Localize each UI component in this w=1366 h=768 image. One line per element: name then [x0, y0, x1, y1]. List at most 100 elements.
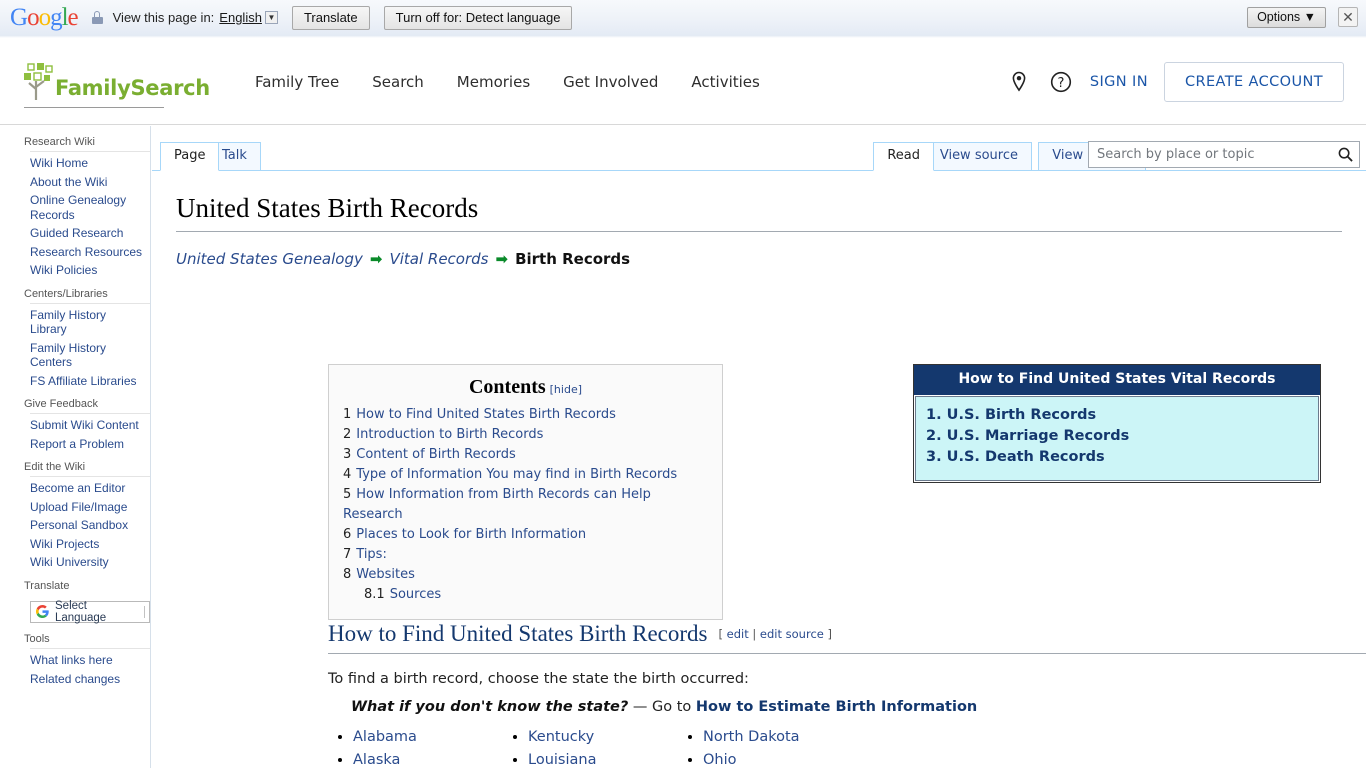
sidebar-item-online-genealogy-records[interactable]: Online Genealogy Records [30, 193, 150, 222]
vital-records-infobox: How to Find United States Vital Records … [913, 364, 1321, 483]
sidebar: Research Wiki Wiki Home About the Wiki O… [0, 126, 151, 768]
sidebar-item-submit-wiki-content[interactable]: Submit Wiki Content [30, 418, 150, 433]
list-item[interactable]: Ohio [703, 749, 853, 768]
toc-item[interactable]: 6 Places to Look for Birth Information [343, 525, 708, 545]
edit-source-link[interactable]: edit source [760, 627, 824, 641]
state-link-louisiana[interactable]: Louisiana [528, 752, 596, 768]
breadcrumb-united-states-genealogy[interactable]: United States Genealogy [176, 250, 363, 268]
sidebar-item-wiki-policies[interactable]: Wiki Policies [30, 263, 150, 278]
toc-link[interactable]: Sources [390, 587, 441, 602]
list-item[interactable]: Kentucky [528, 726, 678, 749]
toc-item[interactable]: 8.1 Sources [343, 585, 708, 605]
translate-button[interactable]: Translate [291, 5, 370, 30]
sign-in-link[interactable]: SIGN IN [1090, 74, 1148, 90]
list-item[interactable]: Alabama [353, 726, 503, 749]
view-page-in-label: View this page in: [112, 10, 215, 25]
sidebar-item-family-history-centers[interactable]: Family History Centers [30, 341, 150, 370]
translate-options-button[interactable]: Options ▼ [1247, 7, 1326, 28]
breadcrumb-current: Birth Records [515, 250, 631, 268]
sidebar-item-related-changes[interactable]: Related changes [30, 672, 150, 687]
edit-link[interactable]: edit [727, 627, 749, 641]
sidebar-item-wiki-university[interactable]: Wiki University [30, 555, 150, 570]
sidebar-item-upload-file-image[interactable]: Upload File/Image [30, 500, 150, 515]
tab-read[interactable]: Read [873, 142, 934, 171]
infobox-item[interactable]: 2. U.S. Marriage Records [926, 426, 1308, 447]
list-item[interactable]: Alaska [353, 749, 503, 768]
infobox-body: 1. U.S. Birth Records 2. U.S. Marriage R… [915, 396, 1319, 481]
toc-hide-link[interactable]: [hide] [550, 383, 582, 396]
toc-link[interactable]: Introduction to Birth Records [356, 427, 543, 442]
sidebar-item-report-a-problem[interactable]: Report a Problem [30, 437, 150, 452]
divider [144, 605, 145, 618]
toc-hide-toggle[interactable]: [hide] [550, 383, 582, 396]
toc-number: 8 [343, 567, 352, 582]
infobox-item[interactable]: 3. U.S. Death Records [926, 447, 1308, 468]
infobox-item[interactable]: 1. U.S. Birth Records [926, 405, 1308, 426]
translate-language-link[interactable]: English [219, 10, 262, 25]
toc-number: 1 [343, 407, 352, 422]
toc-link[interactable]: Type of Information You may find in Birt… [356, 467, 677, 482]
sidebar-heading: Research Wiki [24, 136, 95, 148]
sidebar-item-personal-sandbox[interactable]: Personal Sandbox [30, 518, 150, 533]
turn-off-translate-button[interactable]: Turn off for: Detect language [383, 5, 573, 30]
nav-get-involved[interactable]: Get Involved [563, 73, 658, 91]
sidebar-item-about-the-wiki[interactable]: About the Wiki [30, 175, 150, 190]
toc-item[interactable]: 7 Tips: [343, 545, 708, 565]
sidebar-item-guided-research[interactable]: Guided Research [30, 226, 150, 241]
sidebar-item-fs-affiliate-libraries[interactable]: FS Affiliate Libraries [30, 374, 150, 389]
sidebar-group-tools: Tools What links here Related changes [0, 633, 150, 686]
sidebar-item-family-history-library[interactable]: Family History Library [30, 308, 150, 337]
help-circle-icon[interactable]: ? [1048, 69, 1074, 95]
state-link-north-dakota[interactable]: North Dakota [703, 729, 800, 745]
nav-search[interactable]: Search [372, 73, 424, 91]
toc-number: 3 [343, 447, 352, 462]
infobox-title: How to Find United States Vital Records [914, 365, 1320, 395]
list-item[interactable]: North Dakota [703, 726, 853, 749]
toc-item[interactable]: 5 How Information from Birth Records can … [343, 485, 708, 525]
familysearch-logo[interactable]: FamilySearch [20, 62, 210, 108]
search-icon[interactable] [1331, 147, 1359, 162]
nav-activities[interactable]: Activities [691, 73, 759, 91]
toc-item[interactable]: 1 How to Find United States Birth Records [343, 405, 708, 425]
toc-item[interactable]: 3 Content of Birth Records [343, 445, 708, 465]
tab-view-source[interactable]: View source [925, 142, 1032, 170]
sidebar-item-research-resources[interactable]: Research Resources [30, 245, 150, 260]
toc-link[interactable]: Websites [356, 567, 415, 582]
toc-link[interactable]: How to Find United States Birth Records [356, 407, 616, 422]
toc-item[interactable]: 4 Type of Information You may find in Bir… [343, 465, 708, 485]
google-logo: Google [10, 4, 79, 31]
nav-memories[interactable]: Memories [457, 73, 530, 91]
infobox-link-birth-records[interactable]: U.S. Birth Records [947, 407, 1096, 423]
map-pin-icon[interactable] [1006, 69, 1032, 95]
breadcrumb-vital-records[interactable]: Vital Records [389, 250, 488, 268]
tab-bar: Page Talk Read View source View history [152, 126, 1366, 171]
toc-link[interactable]: Content of Birth Records [356, 447, 516, 462]
sidebar-item-what-links-here[interactable]: What links here [30, 653, 150, 668]
sidebar-item-wiki-projects[interactable]: Wiki Projects [30, 537, 150, 552]
infobox-link-marriage-records[interactable]: U.S. Marriage Records [947, 428, 1130, 444]
toc-link[interactable]: Tips: [356, 547, 387, 562]
toc-item[interactable]: 2 Introduction to Birth Records [343, 425, 708, 445]
state-link-kentucky[interactable]: Kentucky [528, 729, 594, 745]
toc-item[interactable]: 8 Websites [343, 565, 708, 585]
state-link-alaska[interactable]: Alaska [353, 752, 400, 768]
toc-link[interactable]: How Information from Birth Records can H… [343, 487, 651, 522]
select-language-dropdown[interactable]: Select Language [30, 600, 150, 624]
close-icon[interactable]: ✕ [1338, 7, 1358, 27]
search-input[interactable] [1089, 147, 1331, 162]
sidebar-item-wiki-home[interactable]: Wiki Home [30, 156, 150, 171]
nav-family-tree[interactable]: Family Tree [255, 73, 339, 91]
toc-link[interactable]: Places to Look for Birth Information [356, 527, 586, 542]
sidebar-item-become-an-editor[interactable]: Become an Editor [30, 481, 150, 496]
chevron-down-icon[interactable]: ▼ [264, 11, 278, 24]
state-link-alabama[interactable]: Alabama [353, 729, 417, 745]
sidebar-heading: Tools [24, 633, 50, 645]
create-account-button[interactable]: CREATE ACCOUNT [1163, 62, 1344, 102]
tab-page[interactable]: Page [160, 142, 220, 171]
sidebar-group-edit-the-wiki: Edit the Wiki Become an Editor Upload Fi… [0, 461, 150, 570]
estimate-birth-information-link[interactable]: How to Estimate Birth Information [696, 699, 977, 715]
google-logo-letter: g [50, 4, 62, 31]
infobox-link-death-records[interactable]: U.S. Death Records [947, 449, 1105, 465]
list-item[interactable]: Louisiana [528, 749, 678, 768]
state-link-ohio[interactable]: Ohio [703, 752, 737, 768]
